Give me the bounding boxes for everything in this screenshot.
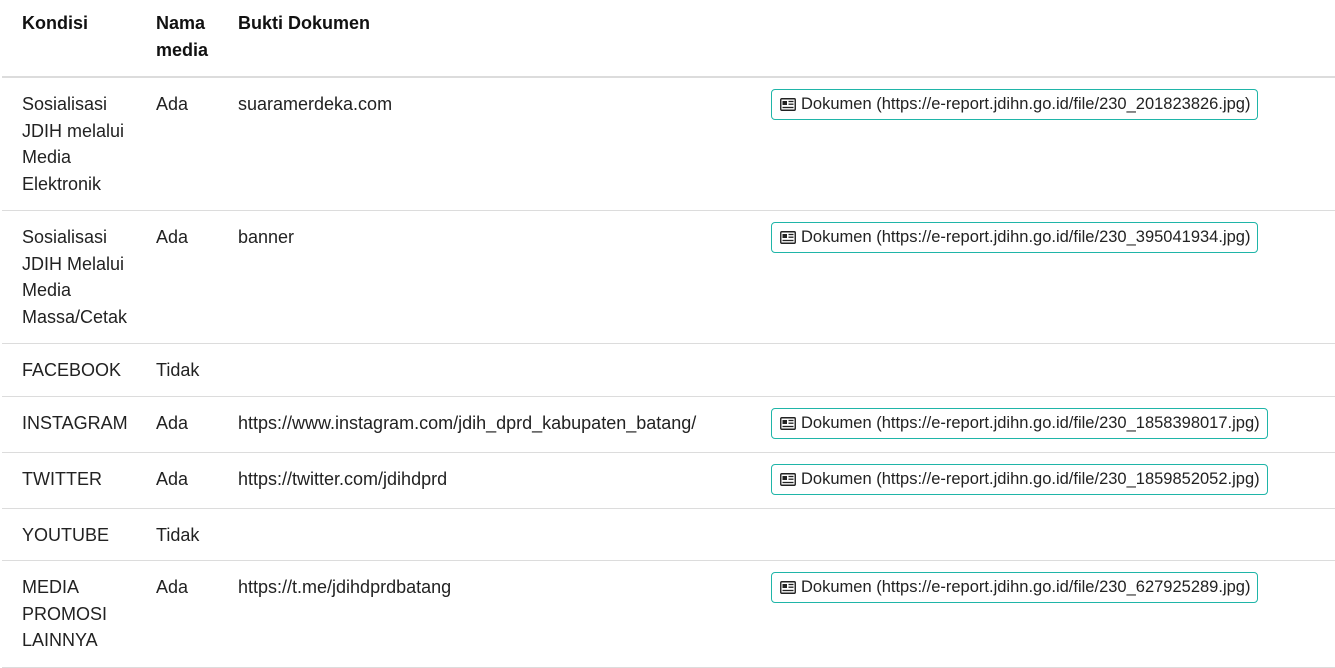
table-row: Sosialisasi JDIH Melalui Media Massa/Cet… xyxy=(2,211,1335,344)
table-row: FACEBOOK Tidak xyxy=(2,344,1335,397)
cell-dokumen: Dokumen (https://e-report.jdihn.go.id/fi… xyxy=(751,77,1335,211)
newspaper-icon xyxy=(780,472,796,486)
header-bukti-dokumen: Bukti Dokumen xyxy=(238,13,371,33)
cell-kondisi: MEDIA PROMOSI LAINNYA xyxy=(22,577,108,650)
dokumen-link-label: Dokumen (https://e-report.jdihn.go.id/fi… xyxy=(801,413,1260,432)
header-nama-media: Nama media xyxy=(156,13,209,60)
cell-status: Ada xyxy=(156,94,189,114)
cell-status: Ada xyxy=(156,227,189,247)
cell-status: Tidak xyxy=(156,524,200,545)
dokumen-link-button[interactable]: Dokumen (https://e-report.jdihn.go.id/fi… xyxy=(771,407,1268,439)
cell-nama-media: https://www.instagram.com/jdih_dprd_kabu… xyxy=(238,412,697,433)
table-row: TWITTER Ada https://twitter.com/jdihdprd… xyxy=(2,452,1335,508)
header-kondisi: Kondisi xyxy=(22,13,88,33)
cell-kondisi: Sosialisasi JDIH melalui Media Elektroni… xyxy=(22,94,125,194)
cell-dokumen: Dokumen (https://e-report.jdihn.go.id/fi… xyxy=(751,561,1335,668)
header-empty xyxy=(751,0,1335,77)
cell-dokumen: Dokumen (https://e-report.jdihn.go.id/fi… xyxy=(751,452,1335,508)
cell-nama-media: banner xyxy=(238,227,295,247)
table-row: INSTAGRAM Ada https://www.instagram.com/… xyxy=(2,396,1335,452)
cell-kondisi: INSTAGRAM xyxy=(22,412,128,433)
cell-kondisi: FACEBOOK xyxy=(22,360,122,380)
dokumen-link-label: Dokumen (https://e-report.jdihn.go.id/fi… xyxy=(801,228,1251,247)
dokumen-link-label: Dokumen (https://e-report.jdihn.go.id/fi… xyxy=(801,469,1260,488)
cell-kondisi: TWITTER xyxy=(22,468,102,489)
table-header-row: Kondisi Nama media Bukti Dokumen xyxy=(2,0,1335,77)
newspaper-icon xyxy=(780,416,796,430)
dokumen-link-button[interactable]: Dokumen (https://e-report.jdihn.go.id/fi… xyxy=(771,222,1259,253)
newspaper-icon xyxy=(780,231,796,244)
cell-status: Ada xyxy=(156,468,189,489)
table-body: Sosialisasi JDIH melalui Media Elektroni… xyxy=(2,77,1335,667)
cell-nama-media: suaramerdeka.com xyxy=(238,94,393,114)
dokumen-link-label: Dokumen (https://e-report.jdihn.go.id/fi… xyxy=(801,95,1251,114)
dokumen-link-button[interactable]: Dokumen (https://e-report.jdihn.go.id/fi… xyxy=(771,463,1268,495)
dokumen-link-button[interactable]: Dokumen (https://e-report.jdihn.go.id/fi… xyxy=(771,89,1259,120)
cell-dokumen: Dokumen (https://e-report.jdihn.go.id/fi… xyxy=(751,211,1335,344)
table-header: Kondisi Nama media Bukti Dokumen xyxy=(2,0,1335,77)
cell-dokumen xyxy=(751,344,1335,397)
cell-dokumen xyxy=(751,508,1335,561)
cell-nama-media xyxy=(218,344,751,397)
cell-status: Tidak xyxy=(156,360,200,380)
dokumen-link-label: Dokumen (https://e-report.jdihn.go.id/fi… xyxy=(801,578,1251,597)
cell-nama-media xyxy=(218,508,751,561)
cell-kondisi: Sosialisasi JDIH Melalui Media Massa/Cet… xyxy=(22,227,128,327)
cell-dokumen: Dokumen (https://e-report.jdihn.go.id/fi… xyxy=(751,396,1335,452)
cell-nama-media: https://t.me/jdihdprdbatang xyxy=(238,577,452,597)
cell-kondisi: YOUTUBE xyxy=(22,524,110,545)
newspaper-icon xyxy=(780,98,796,111)
cell-nama-media: https://twitter.com/jdihdprd xyxy=(238,468,448,489)
table-row: Sosialisasi JDIH melalui Media Elektroni… xyxy=(2,77,1335,211)
cell-status: Ada xyxy=(156,412,189,433)
dokumen-link-button[interactable]: Dokumen (https://e-report.jdihn.go.id/fi… xyxy=(771,572,1259,603)
newspaper-icon xyxy=(780,581,796,594)
cell-status: Ada xyxy=(156,577,189,597)
media-sosialisasi-table: Kondisi Nama media Bukti Dokumen Sosiali… xyxy=(2,0,1335,668)
table-row: YOUTUBE Tidak xyxy=(2,508,1335,561)
table-row: MEDIA PROMOSI LAINNYA Ada https://t.me/j… xyxy=(2,561,1335,668)
